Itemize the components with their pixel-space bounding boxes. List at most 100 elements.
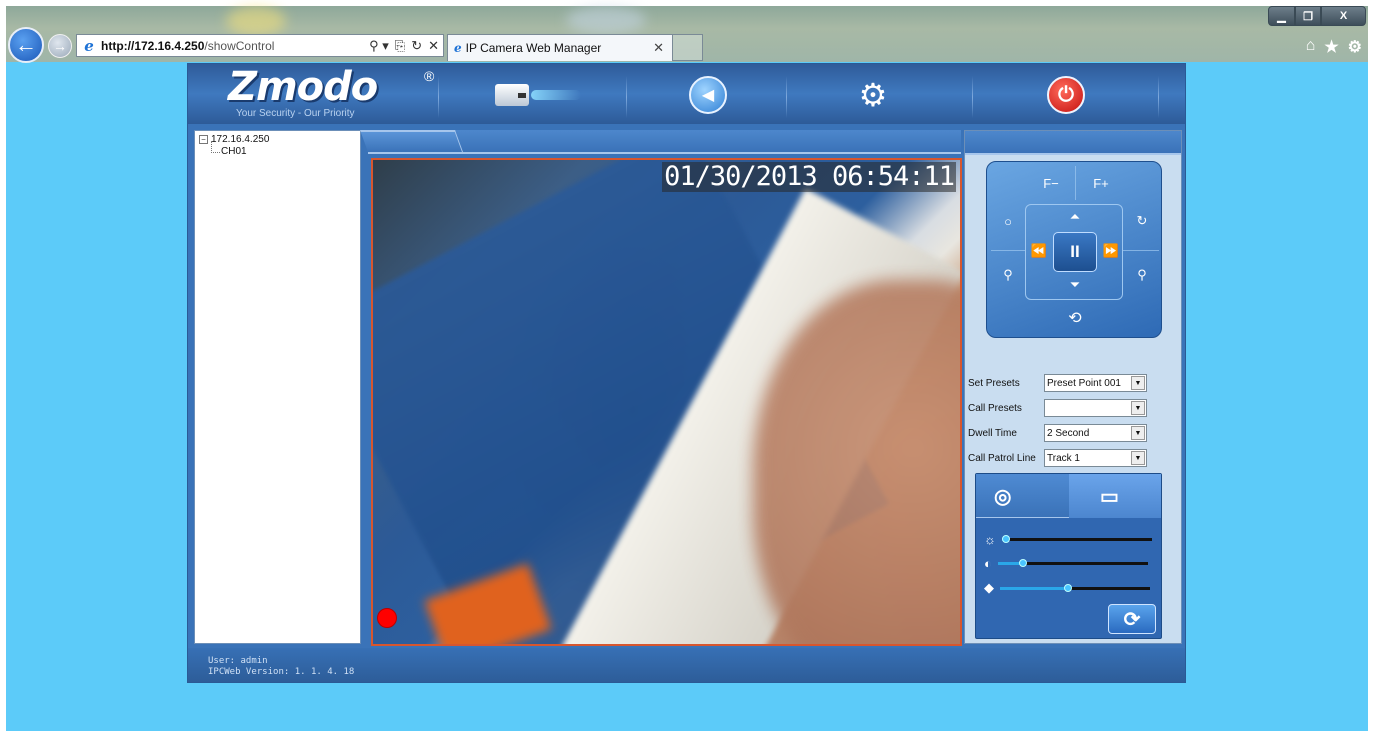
footer-version: IPCWeb Version: 1. 1. 4. 18 [208,667,355,677]
tilt-down-button[interactable]: ⏷ [1063,274,1087,296]
brightness-knob[interactable] [1002,535,1011,543]
contrast-knob[interactable] [1019,559,1028,567]
new-tab-button[interactable] [673,34,703,61]
live-video-feed[interactable]: 01/30/2013 06:54:11 [371,158,962,646]
saturation-knob[interactable] [1063,583,1072,592]
contrast-slider[interactable] [997,559,1148,567]
header-divider [626,76,627,118]
live-view-button[interactable] [478,72,598,118]
call-patrol-value: Track 1 [1047,452,1080,464]
browser-chrome: ← → e http://172.16.4.250 /showControl ⚲… [6,6,1368,63]
set-presets-row: Set Presets Preset Point 001 ▼ [968,374,1147,392]
focus-plus-button[interactable]: F+ [1083,170,1119,196]
logout-button[interactable]: ⏻ [1036,72,1096,118]
tree-node-device[interactable]: − 172.16.4.250 [199,134,356,145]
auto-scan-button[interactable]: ⟲ [1061,306,1089,330]
favorites-star-icon[interactable]: ★ [1324,37,1338,57]
reset-image-button[interactable]: ⟳ [1108,604,1156,634]
dwell-time-label: Dwell Time [968,427,1017,439]
logo-registered-mark: ® [424,68,435,84]
call-presets-row: Call Presets ▼ [968,399,1147,417]
image-settings-panel: ◎ ▭ ☼ ◐ ◆ ⟳ [975,473,1162,639]
saturation-slider[interactable] [1000,583,1150,592]
ptz-stop-button[interactable]: II [1053,232,1097,272]
tilt-up-button[interactable]: ⏶ [1063,206,1087,228]
monitor-icon[interactable]: ▭ [1100,484,1119,509]
logo-tagline: Your Security - Our Priority [236,108,355,119]
saturation-slider-row: ◆ [984,580,1150,596]
brightness-icon: ☼ [984,532,996,547]
tree-node-channel[interactable]: CH01 [211,141,356,157]
address-controls: ⚲ ▾ ⎘ ↻ ✕ [369,38,443,54]
control-panel: F− F+ ○ ↻ ⚲ ⚲ ⏶ ⏷ ⏪ ⏩ II ⟲ Set Presets P… [964,130,1182,644]
set-presets-select[interactable]: Preset Point 001 ▼ [1044,374,1147,392]
zoom-in-icon[interactable]: ⚲ [1129,262,1155,288]
compatibility-view-icon[interactable]: ⎘ [395,38,405,54]
tab-close-icon[interactable]: ✕ [653,40,664,56]
tab-title: IP Camera Web Manager [465,41,602,55]
dwell-time-row: Dwell Time 2 Second ▼ [968,424,1147,442]
saturation-fill [1000,586,1068,590]
call-presets-label: Call Presets [968,402,1022,414]
browser-tools: ⌂ ★ ⚙ [1306,37,1362,57]
ie-tab-icon: e [454,41,462,55]
tools-gear-icon[interactable]: ⚙ [1348,37,1362,57]
header-divider [786,76,787,118]
set-presets-label: Set Presets [968,377,1020,389]
forward-button[interactable]: → [48,34,72,58]
header-divider [972,76,973,118]
iris-close-icon[interactable]: ○ [995,208,1021,234]
saturation-icon: ◆ [984,580,994,595]
video-tab[interactable] [359,130,463,152]
back-button[interactable]: ← [8,27,44,63]
ptz-divider [1123,250,1159,251]
camera-icon [495,84,529,106]
focus-minus-button[interactable]: F− [1033,170,1069,196]
chevron-down-icon: ▼ [1131,426,1145,440]
chevron-down-icon: ▼ [1131,376,1145,390]
minimize-button[interactable]: ▁ [1268,6,1295,26]
iris-open-icon[interactable]: ↻ [1129,208,1155,234]
collapse-icon[interactable]: − [199,135,208,144]
ptz-divider [991,250,1025,251]
maximize-button[interactable]: ❐ [1295,6,1321,26]
control-panel-header [965,131,1181,155]
header-divider [438,76,439,118]
forward-arrow-icon: → [53,38,67,54]
back-arrow-icon: ◀ [689,76,727,114]
home-icon[interactable]: ⌂ [1306,37,1316,57]
background-decoration [566,6,646,34]
call-patrol-select[interactable]: Track 1 ▼ [1044,449,1147,467]
chevron-down-icon: ▼ [1131,401,1145,415]
refresh-icon[interactable]: ↻ [411,38,422,54]
search-dropdown-icon[interactable]: ⚲ ▾ [369,38,389,54]
window-controls: ▁ ❐ X [1268,6,1366,26]
address-bar[interactable]: e http://172.16.4.250 /showControl ⚲ ▾ ⎘… [76,34,444,57]
recording-indicator [377,608,397,628]
call-presets-select[interactable]: ▼ [1044,399,1147,417]
tab-ip-camera[interactable]: e IP Camera Web Manager ✕ [447,34,673,61]
settings-button[interactable]: ⚙ [838,72,908,118]
header-divider [1158,76,1159,118]
image-settings-tabs: ◎ ▭ [976,474,1161,518]
call-patrol-label: Call Patrol Line [968,452,1036,464]
url-path: /showControl [204,38,275,53]
url-host: http://172.16.4.250 [101,38,205,53]
background-decoration [226,6,286,36]
zoom-out-icon[interactable]: ⚲ [995,262,1021,288]
dwell-time-value: 2 Second [1047,427,1090,439]
webcam-icon[interactable]: ◎ [994,484,1011,509]
device-tree: − 172.16.4.250 CH01 [194,130,361,644]
pan-right-button[interactable]: ⏩ [1099,240,1123,262]
brightness-slider[interactable] [1001,535,1152,543]
pan-left-button[interactable]: ⏪ [1027,240,1051,262]
contrast-slider-row: ◐ [984,556,1148,571]
playback-button[interactable]: ◀ [678,72,738,118]
footer-user: User: admin [208,656,268,666]
dwell-time-select[interactable]: 2 Second ▼ [1044,424,1147,442]
stop-icon[interactable]: ✕ [428,38,439,54]
ie-page-icon: e [84,36,94,55]
camera-beam-icon [531,90,581,100]
video-tab-strip [359,130,961,154]
close-window-button[interactable]: X [1321,6,1366,26]
